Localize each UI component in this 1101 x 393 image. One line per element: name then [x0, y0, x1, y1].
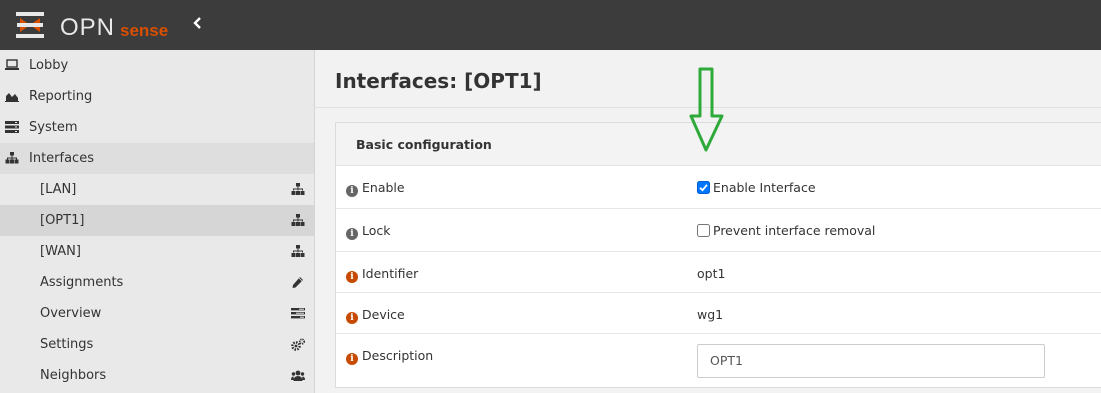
- info-icon[interactable]: i: [346, 353, 358, 365]
- chevron-left-icon: [193, 17, 201, 29]
- enable-label-wrap: i Enable: [346, 180, 405, 197]
- info-icon[interactable]: i: [346, 185, 358, 197]
- sidebar-subitem-assignments[interactable]: Assignments: [0, 267, 314, 298]
- description-label: Description: [362, 348, 434, 363]
- cogs-icon: [291, 338, 305, 351]
- logo-mark-icon: [16, 12, 44, 38]
- info-icon[interactable]: i: [346, 271, 358, 283]
- laptop-icon: [5, 59, 19, 70]
- enable-interface-checkbox-label[interactable]: Enable Interface: [697, 180, 816, 195]
- info-icon[interactable]: i: [346, 228, 358, 240]
- enable-interface-checkbox[interactable]: [697, 181, 710, 194]
- pencil-icon: [292, 277, 303, 288]
- sidebar-subitem-label: [LAN]: [40, 182, 77, 197]
- tasks-icon: [291, 308, 305, 319]
- identifier-label-wrap: i Identifier: [346, 266, 418, 283]
- sidebar-subitem-label: Assignments: [40, 275, 124, 290]
- sidebar-subitem-lan[interactable]: [LAN]: [0, 174, 314, 205]
- lock-label-wrap: i Lock: [346, 223, 391, 240]
- sidebar-item-reporting[interactable]: Reporting: [0, 81, 314, 112]
- sitemap-icon: [5, 152, 19, 164]
- enable-interface-text: Enable Interface: [713, 180, 816, 195]
- sidebar-item-interfaces[interactable]: Interfaces: [0, 143, 314, 174]
- area-chart-icon: [5, 93, 19, 102]
- logo-text: OPN: [60, 14, 116, 41]
- sidebar-subitem-label: Overview: [40, 306, 102, 321]
- panel-title: Basic configuration: [356, 137, 492, 152]
- sitemap-icon: [291, 245, 305, 257]
- down-arrow-icon: [689, 67, 724, 152]
- sidebar-item-label: System: [29, 120, 78, 135]
- opnsense-logo[interactable]: OPN sense: [14, 10, 174, 41]
- sitemap-icon: [291, 183, 305, 195]
- lock-row: i Lock Prevent interface removal: [336, 209, 1101, 252]
- sidebar-item-label: Reporting: [29, 89, 93, 104]
- sidebar-subitem-neighbors[interactable]: Neighbors: [0, 360, 314, 391]
- device-label: Device: [362, 307, 405, 322]
- sidebar-item-lobby[interactable]: Lobby: [0, 50, 314, 81]
- sitemap-icon: [291, 214, 305, 226]
- sidebar-collapse-button[interactable]: [188, 15, 208, 35]
- sidebar-subitem-wan[interactable]: [WAN]: [0, 236, 314, 267]
- users-icon: [291, 370, 305, 381]
- sidebar-subitem-label: Neighbors: [40, 368, 107, 383]
- sidebar-item-label: Lobby: [29, 58, 69, 73]
- sidebar-subitem-overview[interactable]: Overview: [0, 298, 314, 329]
- prevent-removal-checkbox[interactable]: [697, 224, 710, 237]
- identifier-label: Identifier: [362, 266, 419, 281]
- page-title: Interfaces: [OPT1]: [335, 69, 542, 93]
- enable-label: Enable: [362, 180, 405, 195]
- sidebar-item-system[interactable]: System: [0, 112, 314, 143]
- sidebar-subitem-settings[interactable]: Settings: [0, 329, 314, 360]
- basic-configuration-panel: Basic configuration i Enable Enable Inter…: [335, 122, 1101, 388]
- prevent-removal-text: Prevent interface removal: [713, 223, 876, 238]
- description-label-wrap: i Description: [346, 348, 433, 365]
- identifier-value: opt1: [697, 266, 726, 281]
- device-label-wrap: i Device: [346, 307, 405, 324]
- prevent-removal-checkbox-label[interactable]: Prevent interface removal: [697, 223, 875, 238]
- description-input[interactable]: OPT1: [697, 344, 1045, 378]
- sidebar-subitem-label: [WAN]: [40, 244, 81, 259]
- enable-row: i Enable Enable Interface: [336, 166, 1101, 209]
- sidebar: Lobby Reporting System Interfaces [LAN] …: [0, 50, 315, 393]
- sidebar-subitem-label: [OPT1]: [40, 213, 85, 228]
- identifier-row: i Identifier opt1: [336, 252, 1101, 293]
- device-value: wg1: [697, 307, 724, 322]
- sidebar-subitem-label: Settings: [40, 337, 94, 352]
- sidebar-item-label: Interfaces: [29, 151, 94, 166]
- lock-label: Lock: [362, 223, 391, 238]
- top-navbar: OPN sense: [0, 0, 1101, 50]
- description-row: i Description OPT1: [336, 334, 1101, 389]
- sidebar-subitem-opt1[interactable]: [OPT1]: [0, 205, 314, 236]
- device-row: i Device wg1: [336, 293, 1101, 334]
- server-icon: [5, 121, 19, 133]
- logo-text-sense: sense: [120, 21, 169, 40]
- info-icon[interactable]: i: [346, 312, 358, 324]
